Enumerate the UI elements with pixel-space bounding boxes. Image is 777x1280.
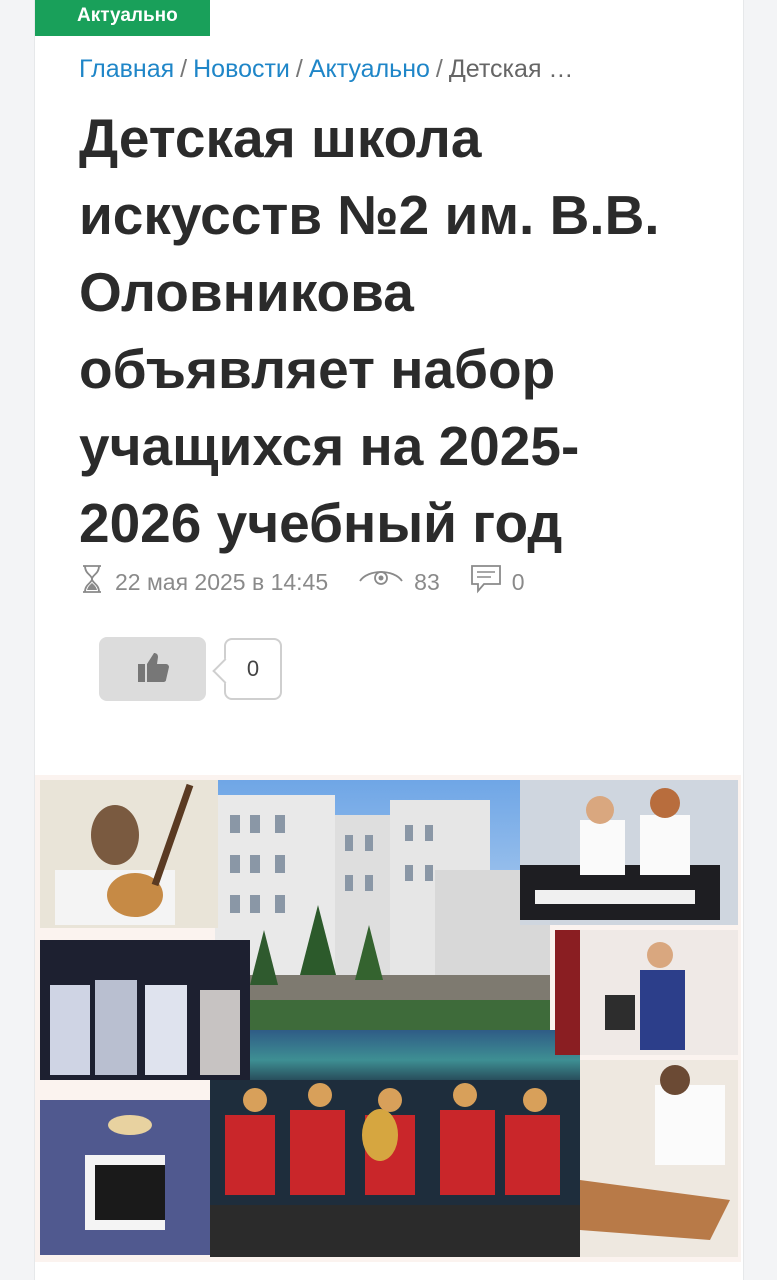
comment-icon: [470, 564, 502, 600]
like-count: 0: [224, 638, 282, 700]
like-widget: 0: [99, 637, 282, 701]
article-image-collage: [35, 775, 741, 1262]
breadcrumb-separator: /: [295, 55, 303, 83]
breadcrumb: Главная / Новости / Актуально / Детская …: [79, 55, 573, 84]
views-count: 83: [414, 568, 440, 595]
category-tag[interactable]: Актуально: [35, 0, 210, 36]
comments-item[interactable]: 0: [470, 564, 525, 600]
breadcrumb-actual[interactable]: Актуально: [309, 55, 430, 83]
date-item: 22 мая 2025 в 14:45: [79, 564, 328, 600]
views-item: 83: [358, 568, 440, 596]
comments-count: 0: [511, 568, 525, 595]
breadcrumb-home[interactable]: Главная: [79, 55, 174, 83]
article-date: 22 мая 2025 в 14:45: [115, 568, 329, 595]
breadcrumb-news[interactable]: Новости: [193, 55, 290, 83]
eye-icon: [358, 568, 404, 596]
thumbs-up-icon: [136, 650, 170, 689]
breadcrumb-current: Детская …: [448, 55, 574, 83]
article-title: Детская школа искусств №2 им. В.В. Оловн…: [79, 107, 660, 554]
collage-photo: [40, 780, 738, 1257]
breadcrumb-separator: /: [180, 55, 188, 83]
hourglass-icon: [79, 564, 105, 600]
like-button[interactable]: [99, 637, 206, 701]
article-meta: 22 мая 2025 в 14:45 83 0: [79, 562, 555, 602]
breadcrumb-separator: /: [435, 55, 443, 83]
